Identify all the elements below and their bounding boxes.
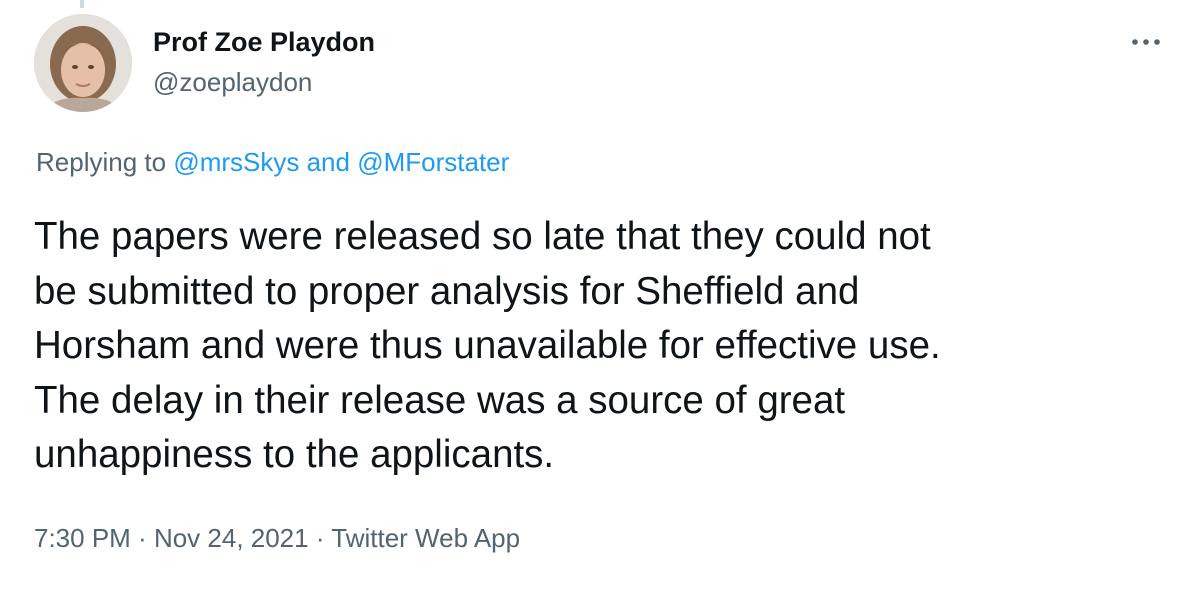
- tweet-meta: 7:30 PM · Nov 24, 2021 · Twitter Web App: [34, 522, 520, 554]
- more-options-button[interactable]: [1124, 24, 1168, 60]
- thread-connector-line: [80, 0, 84, 8]
- tweet-time[interactable]: 7:30 PM: [34, 523, 131, 553]
- tweet-text: The papers were released so late that th…: [34, 215, 941, 476]
- meta-separator: ·: [308, 523, 332, 553]
- replying-to-label: Replying to: [36, 147, 174, 177]
- mention-mforstater[interactable]: @MForstater: [357, 147, 509, 177]
- replying-to: Replying to @mrsSkys and @MForstater: [36, 146, 509, 178]
- replying-conjunction: and: [299, 147, 358, 177]
- more-horizontal-icon: [1132, 39, 1160, 45]
- avatar[interactable]: [34, 14, 132, 112]
- meta-separator: ·: [130, 523, 154, 553]
- mention-mrsskys[interactable]: @mrsSkys: [173, 147, 299, 177]
- tweet-source[interactable]: Twitter Web App: [331, 523, 520, 553]
- tweet-date[interactable]: Nov 24, 2021: [154, 523, 309, 553]
- author-handle[interactable]: @zoeplaydon: [153, 67, 312, 97]
- author-display-name[interactable]: Prof Zoe Playdon: [153, 27, 375, 57]
- avatar-image: [34, 14, 132, 112]
